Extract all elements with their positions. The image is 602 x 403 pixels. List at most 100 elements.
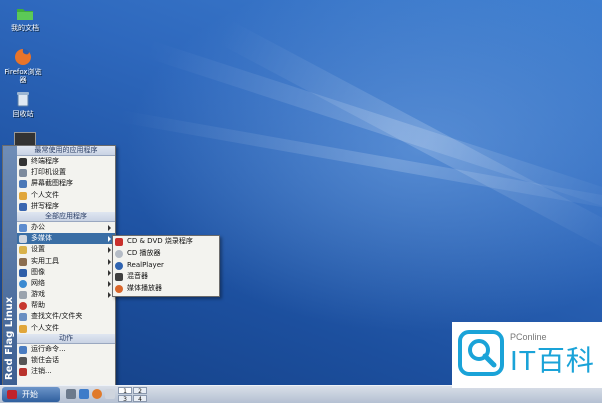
menu-item-help[interactable]: 帮助 (17, 300, 115, 311)
menu-item-multimedia[interactable]: 多媒体 (17, 233, 115, 245)
menu-item-label: 打印机设置 (31, 168, 66, 177)
menu-item-label: 网络 (31, 278, 45, 287)
menu-item-label: 屏幕截图程序 (31, 179, 73, 188)
terminal-icon (19, 158, 27, 166)
menu-item-logout[interactable]: 注销... (17, 366, 115, 377)
desktop-icon-label: Firefox浏览器 (4, 68, 42, 84)
menu-item-label: 办公 (31, 222, 45, 231)
section-header-actions: 动作 (17, 333, 115, 344)
disc-burn-icon (115, 238, 123, 246)
section-header-recent: 最常使用的应用程序 (17, 146, 115, 156)
quicklaunch-computer-icon[interactable] (79, 389, 89, 399)
submenu-arrow-icon (108, 258, 111, 265)
tools-icon (19, 257, 27, 266)
firefox-icon (14, 48, 32, 66)
menu-item-label: 游戏 (31, 290, 45, 299)
realplayer-icon (115, 261, 123, 270)
menu-item-label: 运行命令... (31, 344, 66, 353)
media-player-icon (115, 285, 123, 294)
office-icon (19, 223, 27, 232)
menu-item-terminal[interactable]: 终端程序 (17, 156, 115, 167)
menu-item-games[interactable]: 游戏 (17, 289, 115, 300)
menu-item-label: 锁住会话 (31, 356, 59, 364)
help-icon (19, 302, 27, 311)
submenu-item-cd-player[interactable]: CD 播放器 (113, 248, 219, 260)
pager-desktop-1[interactable]: 1 (118, 387, 132, 395)
menu-item-office[interactable]: 办公 (17, 222, 115, 233)
menu-item-screenshot[interactable]: 屏幕截图程序 (17, 178, 115, 189)
menu-item-label: 帮助 (31, 301, 45, 310)
pager-desktop-4[interactable]: 4 (133, 395, 147, 403)
menu-item-label: 设置 (31, 245, 45, 254)
menu-item-label: 图像 (31, 267, 45, 276)
desktop-icon-documents[interactable]: 我的文档 (3, 4, 47, 32)
submenu-arrow-icon (108, 269, 111, 276)
network-icon (19, 279, 27, 288)
desktop-icon-label: 回收站 (12, 110, 34, 118)
menu-item-label: 混音器 (127, 272, 148, 281)
menu-item-label: 多媒体 (31, 234, 52, 243)
banner-text: Red Flag Linux (4, 296, 15, 380)
desktop-icon-label: 我的文档 (11, 24, 39, 32)
games-icon (19, 291, 27, 300)
menu-item-label: 终端程序 (31, 157, 59, 165)
section-header-all: 全部应用程序 (17, 211, 115, 222)
folder-icon (16, 4, 34, 22)
menu-item-label: 个人文件 (31, 190, 59, 199)
watermark-logo-icon (458, 330, 504, 376)
quicklaunch-files-icon[interactable] (105, 389, 115, 399)
multimedia-icon (19, 235, 27, 244)
submenu-arrow-icon (108, 247, 111, 254)
search-icon (19, 313, 27, 322)
submenu-arrow-icon (108, 236, 111, 243)
menu-item-graphics[interactable]: 图像 (17, 267, 115, 278)
submenu-item-realplayer[interactable]: RealPlayer (113, 260, 219, 272)
submenu-arrow-icon (108, 280, 111, 287)
menu-item-printer-settings[interactable]: 打印机设置 (17, 167, 115, 178)
submenu-item-media-player[interactable]: 媒体播放器 (113, 283, 219, 295)
menu-item-personal-files-2[interactable]: 个人文件 (17, 323, 115, 334)
menu-item-network[interactable]: 网络 (17, 278, 115, 289)
submenu-item-mixer[interactable]: 混音器 (113, 271, 219, 283)
menu-item-settings[interactable]: 设置 (17, 244, 115, 255)
lock-icon (19, 357, 27, 365)
submenu-arrow-icon (108, 224, 111, 231)
desktop-icon-computer[interactable] (14, 132, 36, 146)
watermark-name: IT百科 (510, 345, 595, 376)
settings-icon (19, 246, 27, 255)
desktop-icon-firefox[interactable]: Firefox浏览器 (1, 48, 45, 84)
graphics-icon (19, 268, 27, 277)
menu-item-lock-session[interactable]: 锁住会话 (17, 355, 115, 366)
menu-item-label: 媒体播放器 (127, 284, 162, 293)
menu-item-run-command[interactable]: 运行命令... (17, 344, 115, 355)
logout-icon (19, 368, 27, 377)
desktop-icon-trash[interactable]: 回收站 (1, 90, 45, 118)
start-menu-banner: Red Flag Linux (3, 146, 17, 386)
menu-item-label: RealPlayer (127, 260, 164, 269)
trash-icon (14, 90, 32, 108)
screenshot-icon (19, 180, 27, 189)
submenu-item-cd-dvd-burner[interactable]: CD & DVD 烧录程序 (113, 236, 219, 248)
menu-item-label: 拼写程序 (31, 201, 59, 210)
start-button[interactable]: 开始 (2, 387, 60, 402)
multimedia-submenu: CD & DVD 烧录程序 CD 播放器 RealPlayer 混音器 媒体播放… (112, 235, 220, 297)
menu-item-spell-check[interactable]: 拼写程序 (17, 201, 115, 212)
cd-icon (115, 249, 123, 258)
pager-desktop-3[interactable]: 3 (118, 395, 132, 403)
pager-desktop-2[interactable]: 2 (133, 387, 147, 395)
menu-item-personal-files[interactable]: 个人文件 (17, 190, 115, 201)
redflag-logo-icon (7, 390, 17, 399)
desktop-pager: 1 2 3 4 (118, 387, 148, 403)
quicklaunch-terminal-icon[interactable] (66, 389, 76, 399)
submenu-arrow-icon (108, 292, 111, 299)
watermark: PConline IT百科 (452, 322, 602, 388)
menu-item-label: 实用工具 (31, 256, 59, 265)
mixer-icon (115, 273, 123, 282)
menu-item-utilities[interactable]: 实用工具 (17, 256, 115, 267)
menu-item-label: CD & DVD 烧录程序 (127, 237, 193, 245)
quicklaunch-browser-icon[interactable] (92, 389, 102, 399)
menu-item-label: CD 播放器 (127, 248, 161, 257)
menu-item-find-files[interactable]: 查找文件/文件夹 (17, 311, 115, 322)
run-icon (19, 345, 27, 354)
printer-icon (19, 169, 27, 178)
